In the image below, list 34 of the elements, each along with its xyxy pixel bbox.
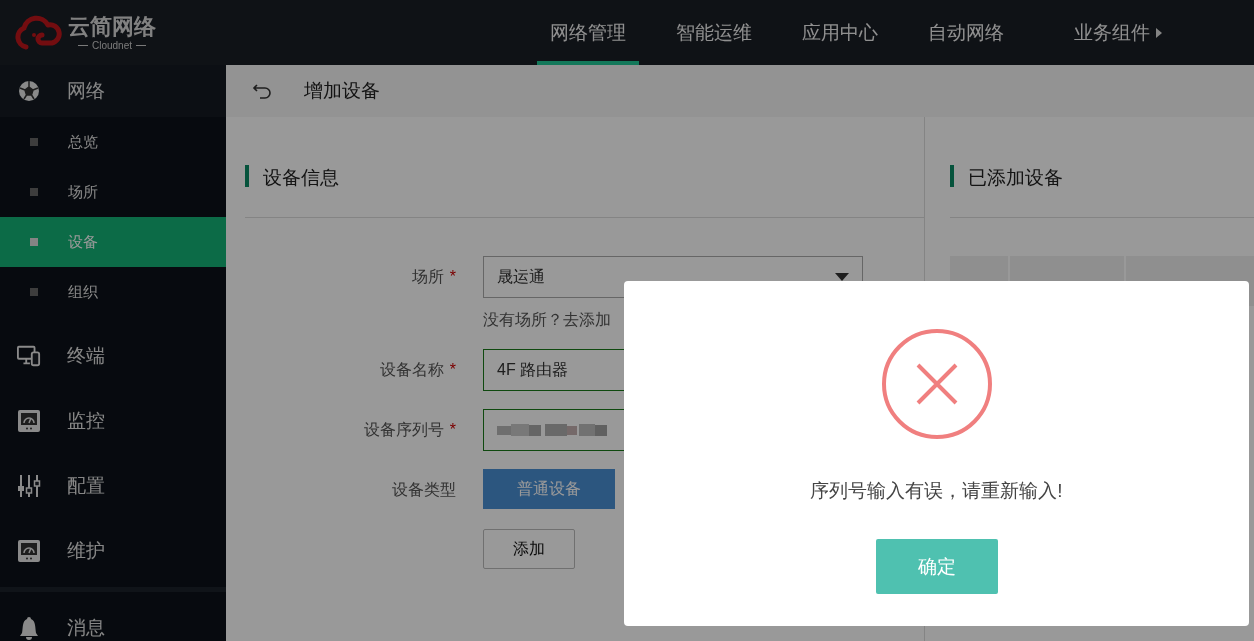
field-label: 设备序列号 * xyxy=(362,420,456,440)
field-label: 设备类型 xyxy=(391,480,456,500)
gauge-icon xyxy=(17,408,41,433)
sidebar-item[interactable]: 终端 xyxy=(0,323,226,388)
nav-tab[interactable]: 应用中心 xyxy=(789,0,891,65)
gauge-icon xyxy=(17,538,41,563)
nav-tab[interactable]: 业务组件 xyxy=(1061,0,1175,65)
sidebar-item[interactable]: 维护 xyxy=(0,518,226,583)
error-icon xyxy=(880,328,993,440)
field-label: 设备名称 * xyxy=(378,360,456,380)
nav-tab[interactable]: 自动网络 xyxy=(915,0,1017,65)
error-message: 序列号输入有误，请重新输入! xyxy=(810,479,1063,503)
devices-icon xyxy=(17,343,41,368)
sidebar-subitem[interactable]: 总览 xyxy=(0,117,226,167)
section-title: 设备信息 xyxy=(245,165,924,218)
field-label: 场所 * xyxy=(410,267,456,287)
required-mark: * xyxy=(449,421,456,438)
brand-name: 云简网络 xyxy=(68,14,156,40)
add-button[interactable]: 添加 xyxy=(483,529,575,569)
required-mark: * xyxy=(449,268,456,285)
required-mark: * xyxy=(449,361,456,378)
bell-icon xyxy=(17,616,41,640)
sidebar-item[interactable]: 配置 xyxy=(0,453,226,518)
back-icon[interactable] xyxy=(252,83,272,99)
section-title: 已添加设备 xyxy=(950,165,1254,218)
sidebar-item[interactable]: 消息 xyxy=(0,602,226,641)
sidebar-item[interactable]: 监控 xyxy=(0,388,226,453)
sidebar-subitem[interactable]: 场所 xyxy=(0,167,226,217)
page-title: 增加设备 xyxy=(304,79,380,103)
ball-icon xyxy=(17,79,41,103)
sliders-icon xyxy=(17,473,41,498)
brand-subtitle: Cloudnet xyxy=(92,40,132,51)
sidebar-subitem[interactable]: 组织 xyxy=(0,267,226,317)
nav-tab[interactable]: 智能运维 xyxy=(663,0,765,65)
